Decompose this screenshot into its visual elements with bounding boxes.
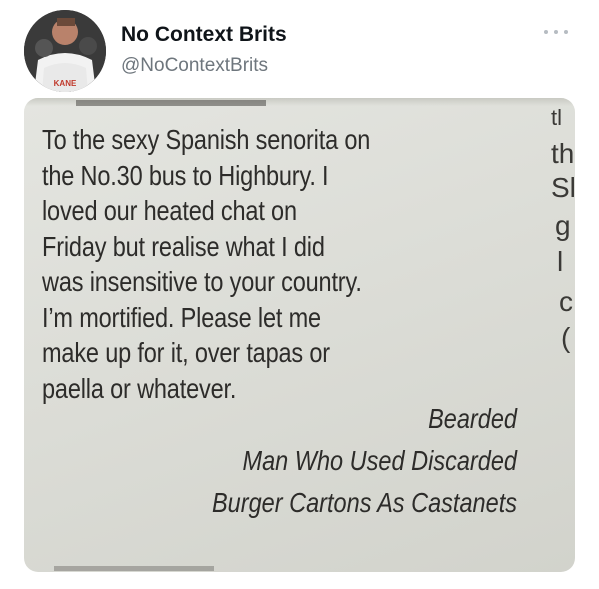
clipping-line: To the sexy Spanish senorita on — [42, 124, 371, 155]
clipping-line: Friday but realise what I did — [42, 230, 325, 262]
avatar-image: KANE — [24, 10, 106, 92]
column-fragment-text: l — [557, 246, 564, 277]
column-fragment-text: tl — [551, 105, 562, 130]
column-fragment-text: ( — [561, 322, 571, 353]
clipping-line: loved our heated chat on — [42, 195, 297, 226]
column-fragment-text: th — [551, 138, 575, 169]
column-fragment-text: Sl — [551, 172, 575, 203]
signoff-line: Burger Cartons As Castanets — [211, 487, 517, 518]
signoff-line: Bearded — [428, 403, 517, 434]
column-fragment-text: g — [555, 210, 571, 241]
tweet-media-image[interactable]: To the sexy Spanish senorita on the No.3… — [24, 98, 575, 572]
clipping-signoff: Bearded Man Who Used Discarded Burger Ca… — [24, 398, 517, 524]
more-options-button[interactable] — [541, 24, 571, 40]
avatar[interactable]: KANE — [24, 10, 106, 92]
cut-off-footer — [54, 566, 214, 571]
clipping-body: To the sexy Spanish senorita on the No.3… — [42, 122, 462, 406]
ellipsis-icon — [544, 30, 568, 34]
tweet-author[interactable]: No Context Brits @NoContextBrits — [121, 22, 287, 79]
display-name[interactable]: No Context Brits — [121, 22, 287, 48]
clipping-line: I’m mortified. Please let me — [42, 301, 321, 333]
cut-off-heading — [76, 100, 266, 106]
adjacent-column-fragment: tl th Sl g l c ( — [535, 98, 575, 358]
clipping-line: the No.30 bus to Highbury. I — [42, 159, 329, 191]
clipping-line: was insensitive to your country. — [42, 266, 362, 297]
signoff-line: Man Who Used Discarded — [242, 445, 517, 476]
avatar-jersey-label: KANE — [54, 79, 77, 88]
handle[interactable]: @NoContextBrits — [121, 53, 287, 79]
clipping-line: make up for it, over tapas or — [42, 337, 330, 368]
column-fragment-text: c — [559, 286, 573, 317]
